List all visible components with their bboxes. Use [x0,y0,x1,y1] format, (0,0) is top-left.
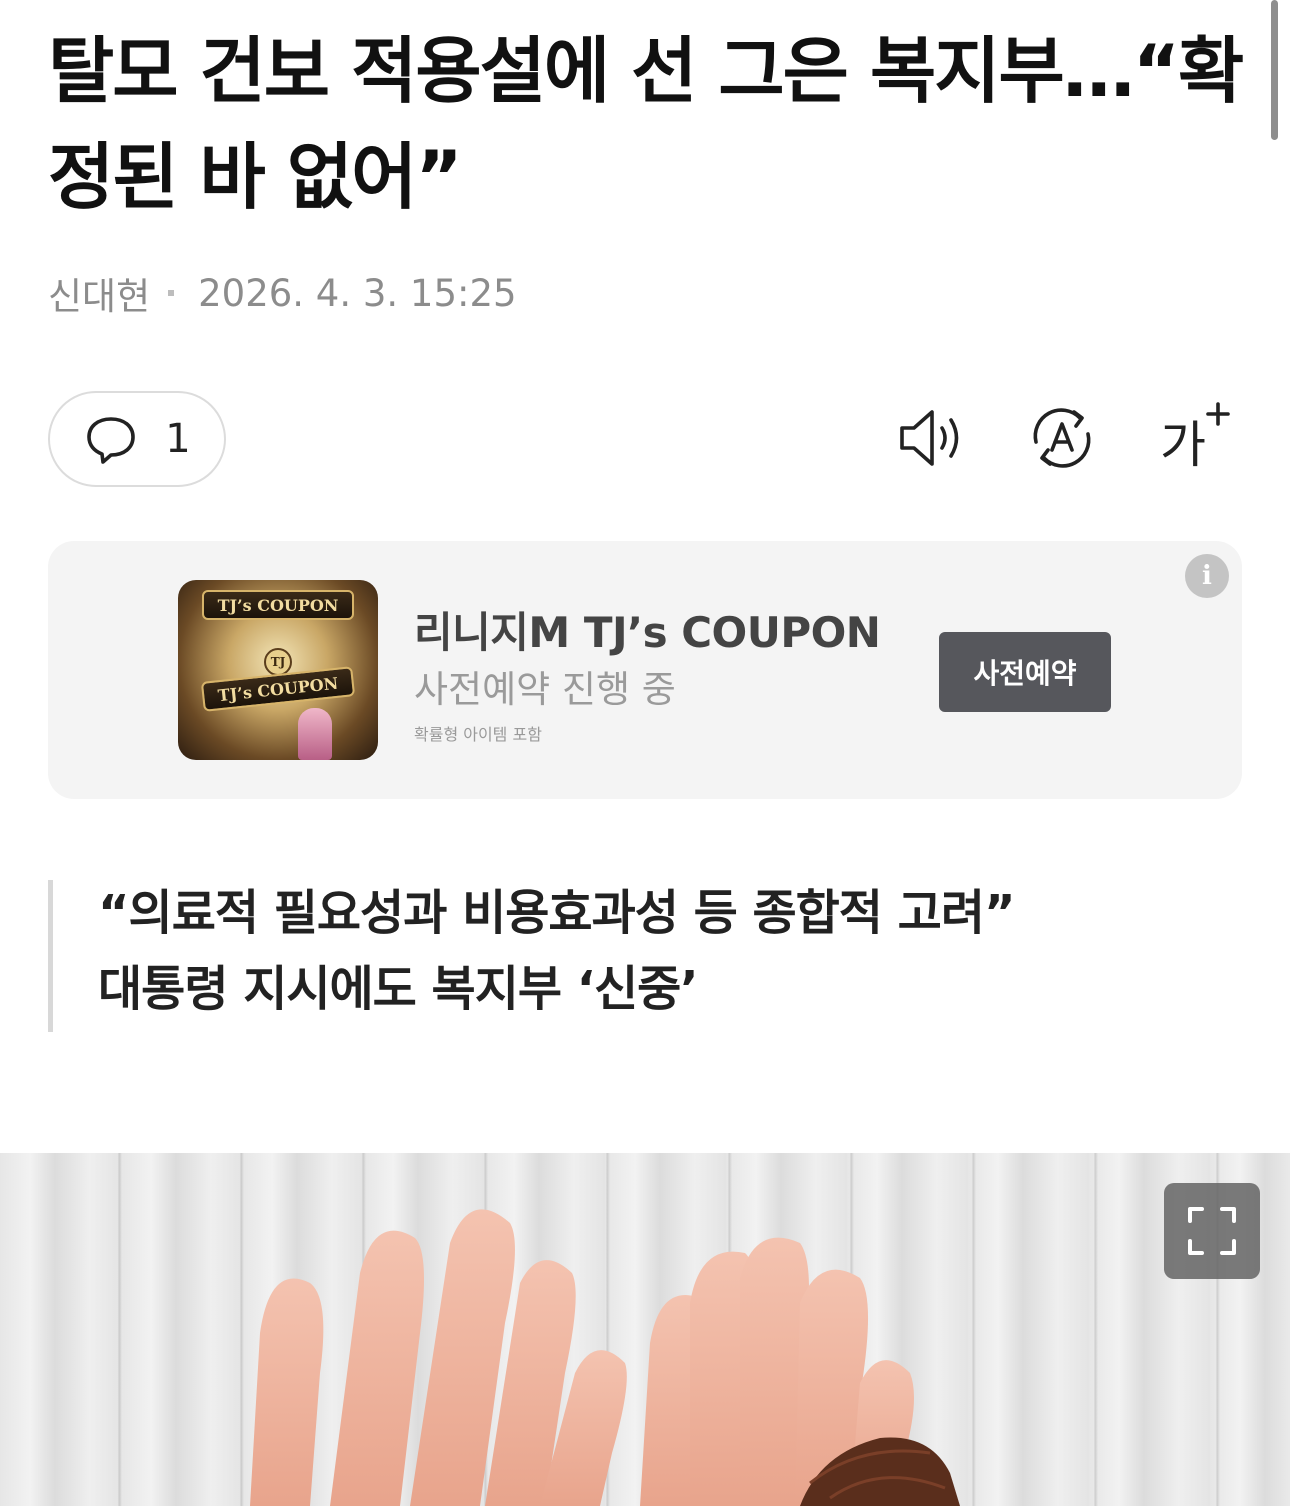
font-size-button[interactable]: 가 [1156,400,1232,476]
ad-preregister-button[interactable]: 사전예약 [939,632,1111,712]
fullscreen-icon [1188,1207,1236,1255]
ad-title[interactable]: 리니지M TJ’s COUPON [414,599,881,660]
ad-disclaimer: 확률형 아이템 포함 [414,725,542,744]
article-summary: “의료적 필요성과 비용효과성 등 종합적 고려” 대통령 지시에도 복지부 ‘… [48,880,1198,1032]
meta-separator [168,290,175,296]
hands-holding-hair-image [250,1209,960,1506]
author-name[interactable]: 신대현 [48,266,150,320]
translate-button[interactable] [1024,400,1100,476]
scrollbar[interactable] [1271,0,1278,140]
comment-count: 1 [165,416,191,462]
summary-line-1: “의료적 필요성과 비용효과성 등 종합적 고려” [98,885,1016,941]
comment-button[interactable]: 1 [48,391,226,487]
image-expand-button[interactable] [1164,1183,1260,1279]
article-page: 탈모 건보 적용설에 선 그은 복지부…“확정된 바 없어” 신대현 2026.… [0,0,1290,1506]
thumb-plate-bottom: TJ’s COUPON [200,666,356,712]
ad-info-icon[interactable]: i [1185,554,1229,598]
article-title: 탈모 건보 적용설에 선 그은 복지부…“확정된 바 없어” [48,29,1244,219]
font-size-glyph: 가 [1160,416,1206,474]
ad-subtitle: 사전예약 진행 중 [414,668,676,711]
thumb-character [298,708,332,760]
listen-button[interactable] [894,400,970,476]
ad-banner[interactable]: TJ’s COUPON TJ TJ’s COUPON 리니지M TJ’s COU… [48,541,1242,799]
article-meta: 신대현 2026. 4. 3. 15:25 [48,266,517,320]
translate-icon [1033,408,1091,468]
article-photo[interactable] [0,1153,1290,1506]
ad-thumbnail[interactable]: TJ’s COUPON TJ TJ’s COUPON [178,580,378,760]
thumb-plate-top: TJ’s COUPON [202,590,354,620]
summary-line-2: 대통령 지시에도 복지부 ‘신중’ [98,961,699,1017]
comment-bubble-icon [87,417,136,464]
font-size-icon: 가 [1160,402,1230,474]
speaker-icon [900,410,959,466]
publish-datetime: 2026. 4. 3. 15:25 [198,271,517,315]
